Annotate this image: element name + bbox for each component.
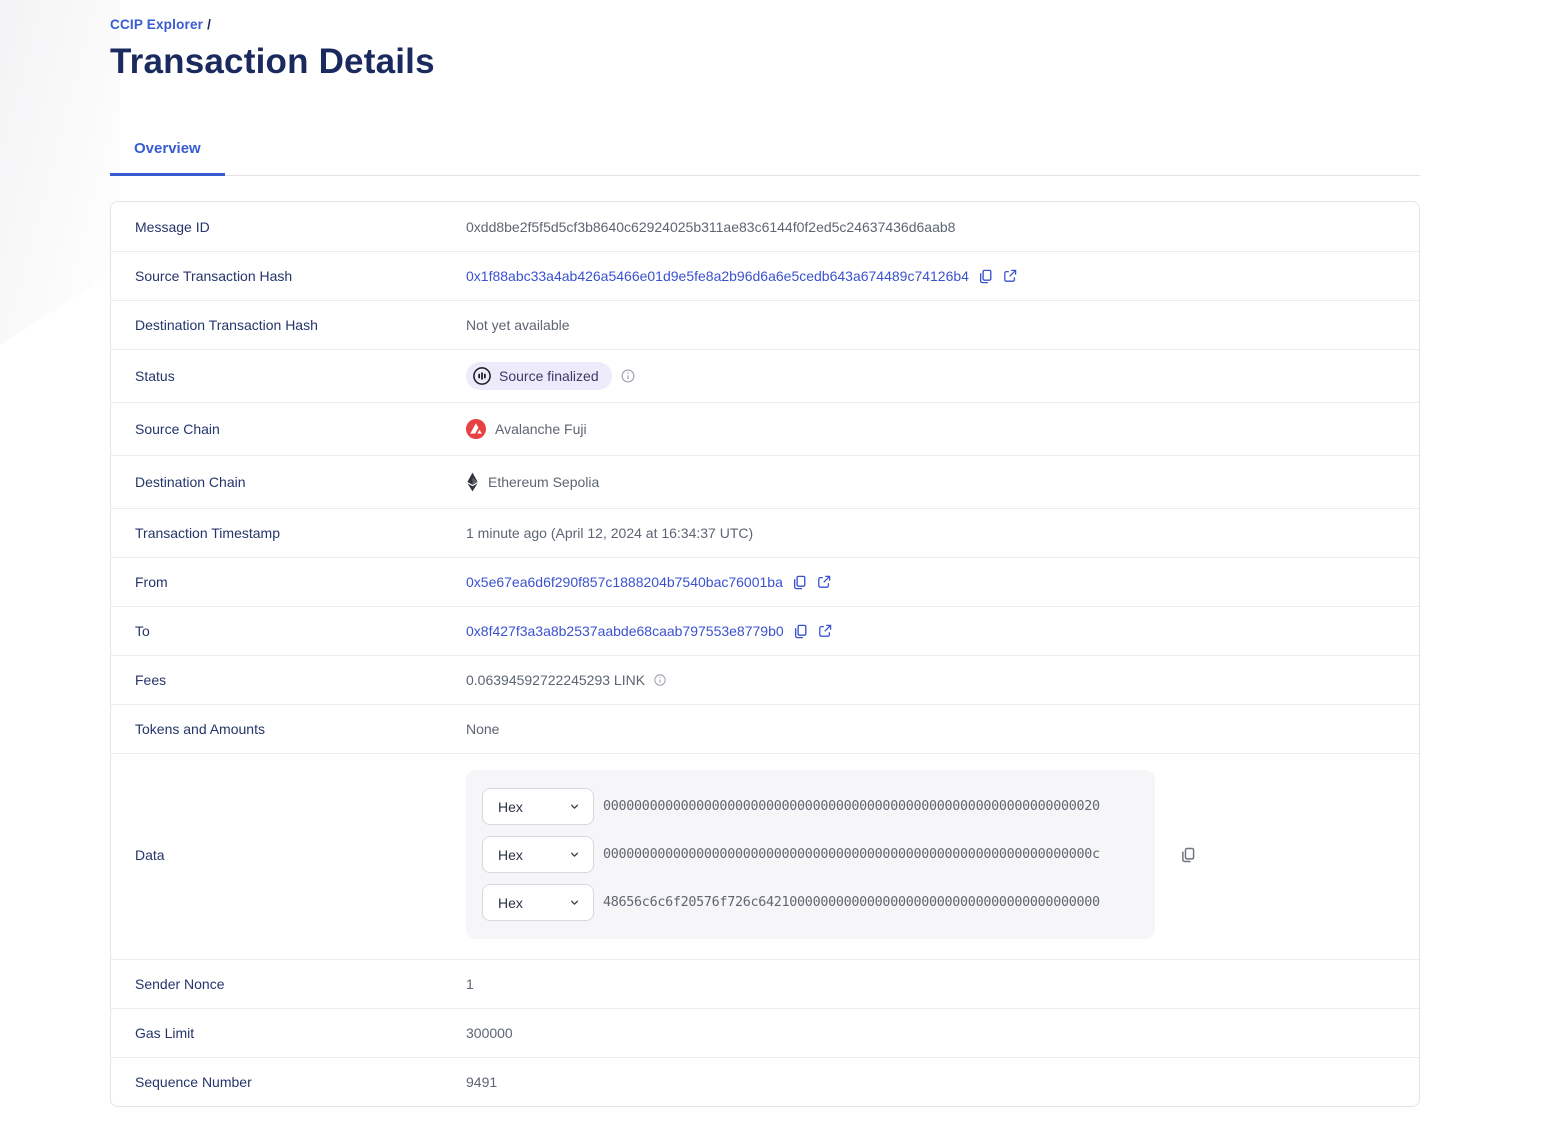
page-title: Transaction Details — [110, 42, 435, 81]
tab-bar: Overview — [110, 128, 1420, 176]
table-row-sequence-number: Sequence Number 9491 — [111, 1057, 1419, 1106]
row-label: From — [135, 574, 168, 590]
tab-overview[interactable]: Overview — [110, 128, 225, 176]
dest-tx-hash-value: Not yet available — [466, 317, 570, 333]
table-row-sender-nonce: Sender Nonce 1 — [111, 959, 1419, 1008]
source-chain-name: Avalanche Fuji — [495, 421, 587, 437]
info-icon[interactable] — [620, 368, 636, 384]
table-row-gas-limit: Gas Limit 300000 — [111, 1008, 1419, 1057]
copy-icon[interactable] — [791, 574, 808, 591]
chevron-down-icon — [568, 848, 581, 861]
table-row-dest-chain: Destination Chain Ethereum Sepolia — [111, 455, 1419, 508]
breadcrumb-separator: / — [207, 17, 212, 32]
tokens-value: None — [466, 721, 500, 737]
data-line: Hex 000000000000000000000000000000000000… — [482, 788, 1139, 825]
status-pending-icon — [472, 366, 492, 386]
row-label: Fees — [135, 672, 167, 688]
avalanche-logo-icon — [466, 419, 486, 439]
table-row-source-tx-hash: Source Transaction Hash 0x1f88abc33a4ab4… — [111, 251, 1419, 300]
fees-value: 0.06394592722245293 LINK — [466, 672, 646, 688]
dest-chain-name: Ethereum Sepolia — [488, 474, 600, 490]
copy-icon[interactable] — [792, 623, 809, 640]
main-content: CCIP Explorer / Transaction Details Overv… — [110, 0, 1420, 1107]
timestamp-value: 1 minute ago (April 12, 2024 at 16:34:37… — [466, 525, 754, 541]
chevron-down-icon — [568, 800, 581, 813]
row-label: Message ID — [135, 218, 210, 235]
transaction-details-table: Message ID 0xdd8be2f5f5d5cf3b8640c629240… — [110, 201, 1420, 1107]
breadcrumb-link-ccip-explorer[interactable]: CCIP Explorer — [110, 17, 203, 32]
gas-limit-value: 300000 — [466, 1025, 513, 1041]
sequence-number-value: 9491 — [466, 1074, 498, 1090]
data-hex-value: 0000000000000000000000000000000000000000… — [603, 847, 1100, 862]
table-row-message-id: Message ID 0xdd8be2f5f5d5cf3b8640c629240… — [111, 202, 1419, 251]
row-label: Destination Chain — [135, 474, 246, 490]
to-address-link[interactable]: 0x8f427f3a3a8b2537aabde68caab797553e8779… — [466, 623, 784, 639]
data-encoding-value: Hex — [498, 894, 523, 911]
row-label: Tokens and Amounts — [135, 721, 265, 737]
chevron-down-icon — [568, 896, 581, 909]
copy-icon[interactable] — [1179, 846, 1197, 864]
data-encoding-select[interactable]: Hex — [482, 836, 594, 873]
row-label: Sender Nonce — [135, 976, 225, 992]
data-encoding-select[interactable]: Hex — [482, 884, 594, 921]
source-tx-hash-link[interactable]: 0x1f88abc33a4ab426a5466e01d9e5fe8a2b96d6… — [466, 268, 969, 284]
data-hex-value: 48656c6c6f20576f726c64210000000000000000… — [603, 895, 1100, 910]
row-label: Transaction Timestamp — [135, 525, 280, 541]
table-row-timestamp: Transaction Timestamp 1 minute ago (Apri… — [111, 508, 1419, 557]
status-badge-label: Source finalized — [499, 368, 599, 384]
table-row-to: To 0x8f427f3a3a8b2537aabde68caab797553e8… — [111, 606, 1419, 655]
from-address-link[interactable]: 0x5e67ea6d6f290f857c1888204b7540bac76001… — [466, 574, 783, 590]
table-row-status: Status Source finalized — [111, 349, 1419, 402]
data-line: Hex 000000000000000000000000000000000000… — [482, 836, 1139, 873]
sender-nonce-value: 1 — [466, 976, 474, 992]
row-label: Sequence Number — [135, 1074, 252, 1090]
row-label: Source Chain — [135, 421, 220, 437]
row-label: Gas Limit — [135, 1025, 195, 1041]
row-label: To — [135, 623, 150, 639]
status-badge: Source finalized — [466, 362, 612, 390]
data-encoding-value: Hex — [498, 846, 523, 863]
background-decoration — [0, 0, 120, 345]
data-line: Hex 48656c6c6f20576f726c6421000000000000… — [482, 884, 1139, 921]
message-id-value: 0xdd8be2f5f5d5cf3b8640c62924025b311ae83c… — [466, 218, 956, 235]
data-hex-value: 0000000000000000000000000000000000000000… — [603, 799, 1100, 814]
table-row-fees: Fees 0.06394592722245293 LINK — [111, 655, 1419, 704]
data-encoding-select[interactable]: Hex — [482, 788, 594, 825]
external-link-icon[interactable] — [1002, 268, 1018, 284]
ethereum-logo-icon — [466, 472, 479, 492]
row-label: Data — [135, 846, 165, 863]
copy-icon[interactable] — [977, 268, 994, 285]
external-link-icon[interactable] — [816, 574, 832, 590]
table-row-from: From 0x5e67ea6d6f290f857c1888204b7540bac… — [111, 557, 1419, 606]
row-label: Destination Transaction Hash — [135, 317, 318, 333]
data-encoding-value: Hex — [498, 798, 523, 815]
table-row-dest-tx-hash: Destination Transaction Hash Not yet ava… — [111, 300, 1419, 349]
info-icon[interactable] — [653, 673, 667, 687]
row-label: Status — [135, 368, 175, 384]
table-row-tokens: Tokens and Amounts None — [111, 704, 1419, 753]
external-link-icon[interactable] — [817, 623, 833, 639]
row-label: Source Transaction Hash — [135, 268, 293, 284]
data-hex-panel: Hex 000000000000000000000000000000000000… — [466, 770, 1155, 939]
table-row-source-chain: Source Chain Avalanche Fuji — [111, 402, 1419, 455]
breadcrumb: CCIP Explorer / — [110, 0, 1420, 32]
table-row-data: Data Hex 0000000000000000000000000000000… — [111, 753, 1419, 959]
